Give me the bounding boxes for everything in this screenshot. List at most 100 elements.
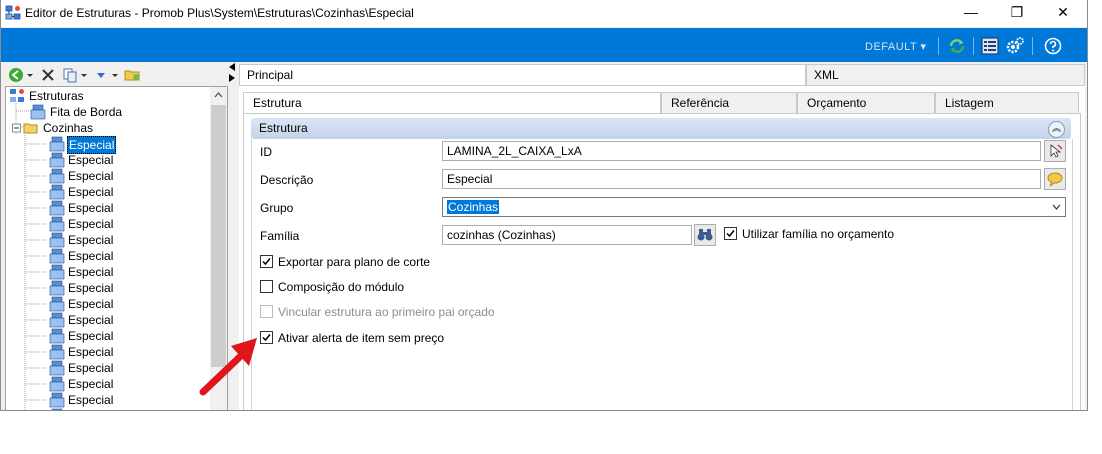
list-view-icon[interactable] bbox=[980, 36, 1000, 56]
copy-icon[interactable] bbox=[62, 66, 78, 84]
tree-branch-line bbox=[25, 143, 47, 145]
structure-node-icon bbox=[49, 168, 65, 184]
tree-item-label: Fita de Borda bbox=[50, 105, 123, 119]
alerta-label: Ativar alerta de item sem preço bbox=[278, 331, 445, 345]
checkmark-icon bbox=[726, 230, 735, 238]
help-icon[interactable] bbox=[1043, 36, 1063, 56]
tree-branch-line bbox=[25, 351, 47, 353]
tree-item-label: Especial bbox=[68, 329, 114, 343]
structure-node-icon bbox=[49, 216, 65, 232]
exportar-checkbox[interactable] bbox=[260, 255, 273, 268]
dropdown-arrow-icon[interactable] bbox=[80, 66, 88, 84]
tree-item-label: Especial bbox=[68, 217, 114, 231]
toolbar-separator bbox=[973, 37, 974, 55]
usar-familia-label: Utilizar família no orçamento bbox=[742, 227, 895, 241]
vincular-label: Vincular estrutura ao primeiro pai orçad… bbox=[278, 305, 495, 319]
restore-button[interactable]: ❐ bbox=[994, 0, 1040, 27]
tree-item-label: Especial bbox=[68, 297, 114, 311]
grupo-selected-value: Cozinhas bbox=[447, 200, 500, 214]
structure-node-icon bbox=[49, 184, 65, 200]
tree-item-label: Especial bbox=[68, 393, 114, 407]
exportar-label: Exportar para plano de corte bbox=[278, 255, 431, 269]
tree-branch-line bbox=[25, 223, 47, 225]
back-circle-icon[interactable] bbox=[8, 66, 24, 84]
tab-orcamento[interactable]: Orçamento bbox=[797, 92, 935, 113]
tree-item-label: Especial bbox=[67, 408, 114, 410]
structure-node-icon bbox=[49, 200, 65, 216]
editor-window: Editor de Estruturas - Promob Plus\Syste… bbox=[0, 0, 1088, 411]
collapse-up-icon[interactable]: ︽ bbox=[1048, 121, 1065, 138]
tree-branch-line bbox=[25, 175, 47, 177]
familia-label: Família bbox=[260, 229, 300, 243]
tree-item-label: Especial bbox=[68, 361, 114, 375]
structure-node-icon bbox=[49, 136, 65, 152]
id-field[interactable]: LAMINA_2L_CAIXA_LxA bbox=[442, 141, 1041, 161]
checkmark-icon bbox=[262, 258, 271, 266]
tab-referencia[interactable]: Referência bbox=[661, 92, 797, 113]
structure-node-icon bbox=[49, 360, 65, 376]
tab-estrutura[interactable]: Estrutura bbox=[243, 92, 661, 114]
group-title: Estrutura bbox=[259, 121, 308, 135]
group-body: ID LAMINA_2L_CAIXA_LxA Descrição Especia… bbox=[251, 139, 1073, 410]
toolbar-separator bbox=[938, 37, 939, 55]
structure-node-icon bbox=[49, 344, 65, 360]
structure-node-icon bbox=[30, 104, 46, 120]
editor-tabs: Principal XML Estrutura Referência Orçam… bbox=[239, 64, 1085, 410]
splitter-collapse-icon[interactable] bbox=[227, 62, 237, 84]
structure-node-icon bbox=[49, 312, 65, 328]
tree-branch-line bbox=[25, 287, 47, 289]
root-structure-icon bbox=[10, 89, 24, 102]
tree-branch-line bbox=[25, 239, 47, 241]
dropdown-arrow-icon[interactable] bbox=[26, 66, 34, 84]
collapse-minus-icon[interactable] bbox=[12, 120, 21, 136]
tree-toolbar bbox=[5, 64, 227, 86]
profile-dropdown[interactable]: DEFAULT ▾ bbox=[865, 40, 927, 53]
minimize-button[interactable]: — bbox=[948, 0, 994, 27]
descricao-comment-button[interactable] bbox=[1044, 168, 1066, 190]
descricao-field[interactable]: Especial bbox=[442, 169, 1041, 189]
delete-icon[interactable] bbox=[40, 66, 56, 84]
tree-item-label: Especial bbox=[68, 233, 114, 247]
tree-item-label: Cozinhas bbox=[43, 121, 94, 135]
tab-listagem[interactable]: Listagem bbox=[935, 92, 1079, 113]
close-button[interactable]: ✕ bbox=[1040, 0, 1086, 27]
settings-gear-icon[interactable] bbox=[1005, 36, 1025, 56]
principal-panel: Estrutura Referência Orçamento Listagem … bbox=[239, 85, 1085, 410]
tree-item-label: Especial bbox=[68, 345, 114, 359]
scroll-up-icon[interactable] bbox=[214, 91, 223, 99]
familia-field[interactable]: cozinhas (Cozinhas) bbox=[442, 225, 692, 245]
main-toolbar: DEFAULT ▾ bbox=[1, 28, 1087, 62]
chevron-down-icon bbox=[1052, 204, 1061, 210]
usar-familia-checkbox[interactable] bbox=[724, 227, 737, 240]
tree-item-label: Especial bbox=[68, 377, 114, 391]
window-title: Editor de Estruturas - Promob Plus\Syste… bbox=[25, 6, 414, 20]
tab-xml[interactable]: XML bbox=[806, 64, 1085, 85]
tree-branch-line bbox=[25, 383, 47, 385]
cursor-pick-icon bbox=[1050, 144, 1063, 158]
tree-branch-line bbox=[25, 399, 47, 401]
grupo-select[interactable]: Cozinhas bbox=[442, 197, 1066, 217]
structure-node-icon bbox=[49, 328, 65, 344]
tree-item-label: Especial bbox=[68, 281, 114, 295]
familia-search-button[interactable] bbox=[694, 224, 716, 246]
structure-node-icon bbox=[51, 408, 63, 410]
refresh-icon[interactable] bbox=[947, 36, 967, 56]
id-label: ID bbox=[260, 145, 272, 159]
structure-node-icon bbox=[49, 280, 65, 296]
toolbar-separator bbox=[1032, 37, 1033, 55]
folder-icon[interactable] bbox=[124, 66, 140, 84]
move-down-icon[interactable] bbox=[93, 66, 109, 84]
tab-principal[interactable]: Principal bbox=[239, 64, 806, 86]
red-annotation-arrow-icon bbox=[199, 338, 257, 396]
tree-branch-line bbox=[25, 159, 47, 161]
structure-node-icon bbox=[49, 392, 65, 408]
vincular-checkbox bbox=[260, 305, 273, 318]
speech-bubble-icon bbox=[1047, 172, 1063, 187]
binoculars-icon bbox=[697, 229, 713, 241]
scrollbar-thumb[interactable] bbox=[211, 105, 226, 367]
id-picker-button[interactable] bbox=[1044, 140, 1066, 162]
composicao-checkbox[interactable] bbox=[260, 280, 273, 293]
tree-root-label: Estruturas bbox=[29, 89, 84, 103]
dropdown-arrow-icon[interactable] bbox=[111, 66, 119, 84]
structure-node-icon bbox=[49, 296, 65, 312]
